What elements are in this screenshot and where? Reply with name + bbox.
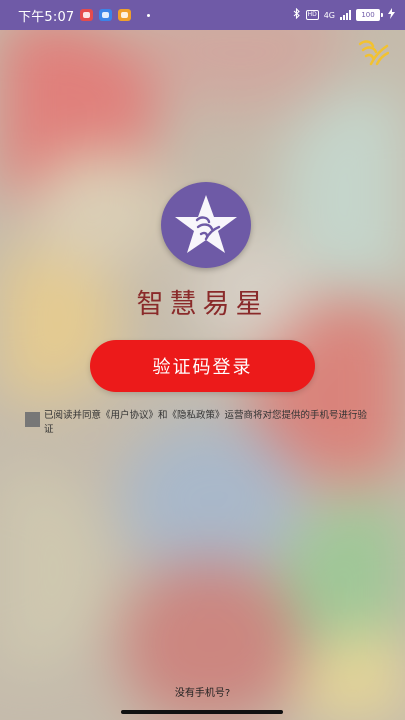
dot-icon <box>147 13 151 17</box>
no-phone-link[interactable]: 没有手机号? <box>0 684 405 699</box>
blue-app-notification-icon <box>99 9 113 21</box>
battery-icon: 100 <box>356 9 383 21</box>
star-phoenix-logo-icon <box>161 182 251 268</box>
agreement-checkbox[interactable] <box>25 412 40 427</box>
signal-icon <box>340 10 351 20</box>
hd-icon: HD <box>305 10 319 20</box>
phoenix-logo-icon <box>357 38 390 66</box>
login-screen: 下午5:07 HD 4G 100 智慧易星 验证码登录 已阅读并同意《用户协议》… <box>0 0 405 720</box>
status-time: 下午5:07 <box>18 9 75 25</box>
network-type: 4G <box>323 10 335 20</box>
agreement-text[interactable]: 已阅读并同意《用户协议》和《隐私政策》运营商将对您提供的手机号进行验证 <box>44 409 370 437</box>
agreement: 已阅读并同意《用户协议》和《隐私政策》运营商将对您提供的手机号进行验证 <box>25 409 370 437</box>
app-name: 智慧易星 <box>136 289 269 320</box>
home-indicator[interactable] <box>121 710 283 714</box>
charging-icon <box>388 8 395 22</box>
sms-code-login-button[interactable]: 验证码登录 <box>90 340 315 392</box>
status-bar: 下午5:07 HD 4G 100 <box>0 0 405 30</box>
bluetooth-icon <box>293 7 301 22</box>
orange-app-notification-icon <box>118 9 132 21</box>
red-app-notification-icon <box>80 9 94 21</box>
battery-level: 100 <box>356 9 380 21</box>
